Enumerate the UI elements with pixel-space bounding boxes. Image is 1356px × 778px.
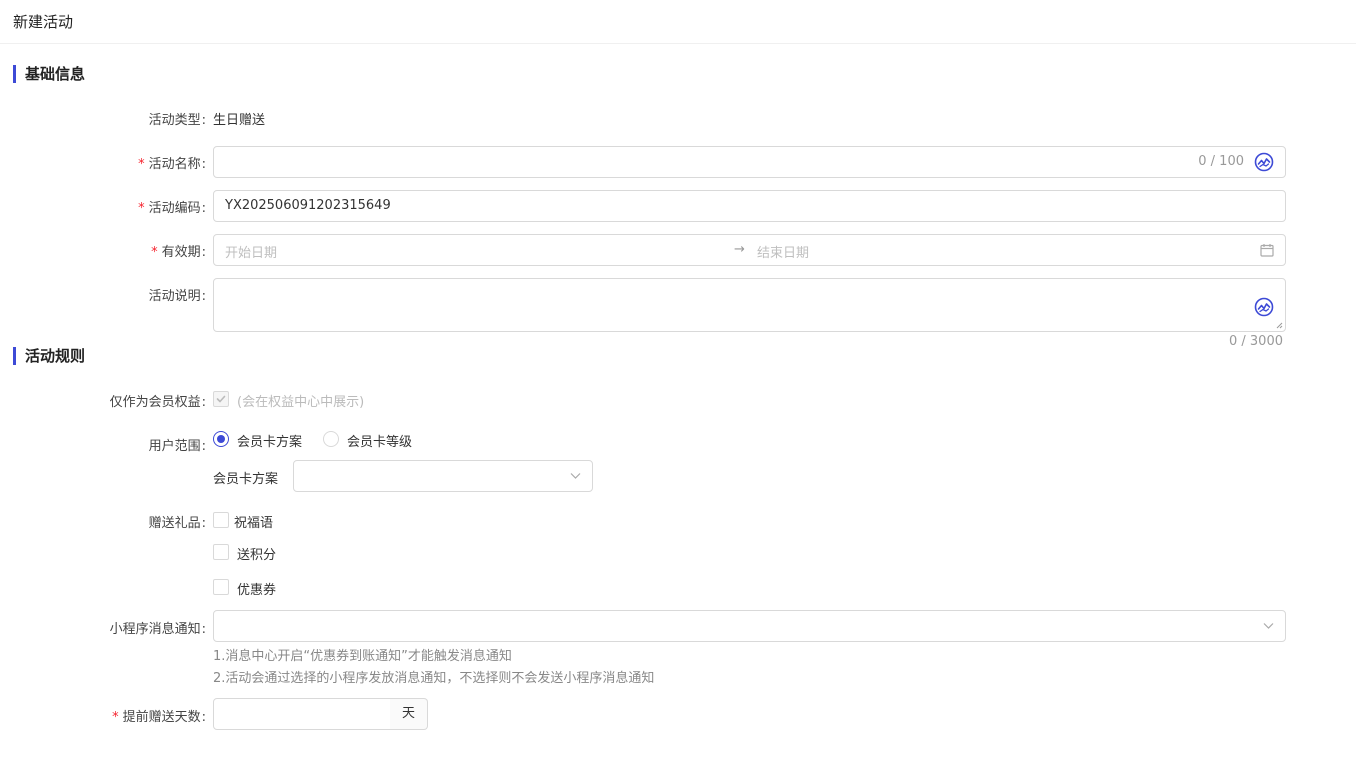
chevron-down-icon [1263,623,1274,629]
activity-code-input[interactable]: YX202506091202315649 [213,190,1286,222]
ai-assist-icon[interactable] [1254,152,1274,172]
gift-coupon-checkbox[interactable] [213,579,229,595]
card-plan-select[interactable] [293,460,593,492]
chevron-down-icon [570,473,581,479]
resize-handle-icon[interactable] [1276,322,1283,329]
calendar-icon [1260,244,1274,257]
radio-card-level-label[interactable]: 会员卡等级 [347,431,412,450]
start-date-placeholder[interactable]: 开始日期 [225,242,277,261]
description-label: 活动说明: [148,289,206,304]
end-date-placeholder[interactable]: 结束日期 [757,242,809,261]
activity-name-label: * 活动名称: [138,157,206,172]
gift-coupon-label[interactable]: 优惠券 [237,579,276,598]
gift-points-label[interactable]: 送积分 [237,544,276,563]
activity-code-value: YX202506091202315649 [225,198,391,213]
arrow-right-icon: → [734,242,745,257]
advance-days-label: * 提前赠送天数: [112,710,206,725]
advance-days-input[interactable] [213,698,391,730]
validity-range-picker[interactable]: 开始日期 → 结束日期 [213,234,1286,266]
mini-notice-hint-1: 1.消息中心开启“优惠券到账通知”才能触发消息通知 [213,649,512,664]
ai-assist-icon[interactable] [1254,297,1274,317]
activity-type-label: 活动类型: [148,113,206,128]
card-plan-sub-label: 会员卡方案 [213,472,279,487]
radio-card-plan[interactable] [213,431,229,447]
mini-notice-select[interactable] [213,610,1286,642]
gift-points-checkbox[interactable] [213,544,229,560]
radio-card-level[interactable] [323,431,339,447]
radio-card-plan-label[interactable]: 会员卡方案 [237,431,302,450]
member-benefit-checkbox[interactable] [213,391,229,407]
page-title: 新建活动 [13,13,74,31]
validity-label: * 有效期: [151,245,206,260]
gift-greeting-label[interactable]: 祝福语 [234,512,273,531]
page-header: 新建活动 [0,0,1356,44]
advance-days-unit: 天 [390,698,428,730]
member-benefit-note: (会在权益中心中展示) [237,395,365,410]
member-benefit-label: 仅作为会员权益: [109,395,206,410]
section-title-rules: 活动规则 [13,347,85,365]
gift-greeting-checkbox[interactable] [213,512,229,528]
activity-code-label: * 活动编码: [138,201,206,216]
mini-notice-label: 小程序消息通知: [109,622,206,637]
gifts-label: 赠送礼品: [148,516,206,531]
user-scope-label: 用户范围: [148,439,206,454]
check-icon [216,395,226,403]
description-textarea[interactable] [213,278,1286,332]
activity-type-value: 生日赠送 [213,113,266,128]
description-counter: 0 / 3000 [1229,334,1283,349]
activity-name-counter: 0 / 100 [1198,154,1244,169]
activity-name-input[interactable]: 0 / 100 [213,146,1286,178]
section-title-basic: 基础信息 [13,65,85,83]
mini-notice-hint-2: 2.活动会通过选择的小程序发放消息通知，不选择则不会发送小程序消息通知 [213,671,655,686]
